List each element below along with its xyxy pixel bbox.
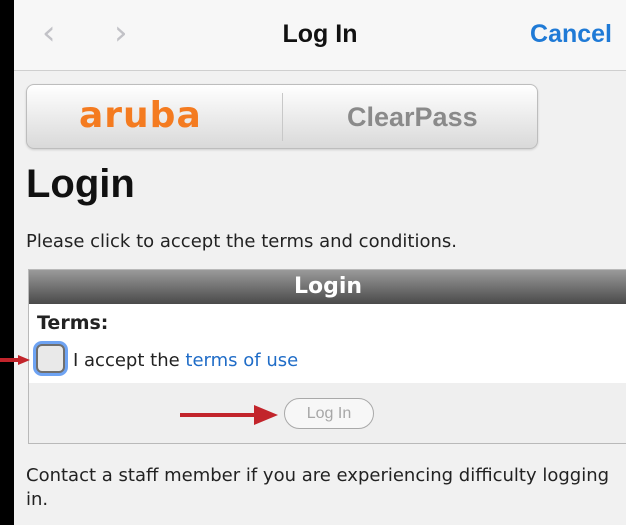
terms-of-use-link[interactable]: terms of use — [185, 350, 298, 371]
help-text: Contact a staff member if you are experi… — [26, 465, 610, 510]
accept-prefix: I accept the — [73, 350, 180, 371]
brand-banner: aruba ClearPass — [26, 84, 538, 149]
login-form: Login Terms: I accept the terms of use L… — [28, 269, 626, 444]
arrow-right-icon — [180, 405, 278, 425]
terms-heading: Terms: — [37, 312, 109, 334]
aruba-logo: aruba — [79, 95, 202, 136]
accept-terms-checkbox[interactable] — [36, 344, 65, 373]
log-in-button[interactable]: Log In — [284, 398, 374, 429]
accept-terms-label: I accept the terms of use — [73, 350, 298, 371]
navigation-bar: ‹ › Log In Cancel — [14, 0, 626, 71]
cancel-button[interactable]: Cancel — [530, 20, 612, 49]
captive-portal-screen: ‹ › Log In Cancel aruba ClearPass Login … — [14, 0, 626, 525]
banner-divider — [282, 93, 283, 141]
clearpass-logo: ClearPass — [347, 102, 478, 132]
page-title: Login — [26, 162, 135, 206]
intro-text: Please click to accept the terms and con… — [26, 231, 457, 252]
arrow-right-icon — [0, 355, 30, 365]
button-row: Log In — [29, 383, 626, 443]
login-form-header: Login — [29, 270, 626, 304]
